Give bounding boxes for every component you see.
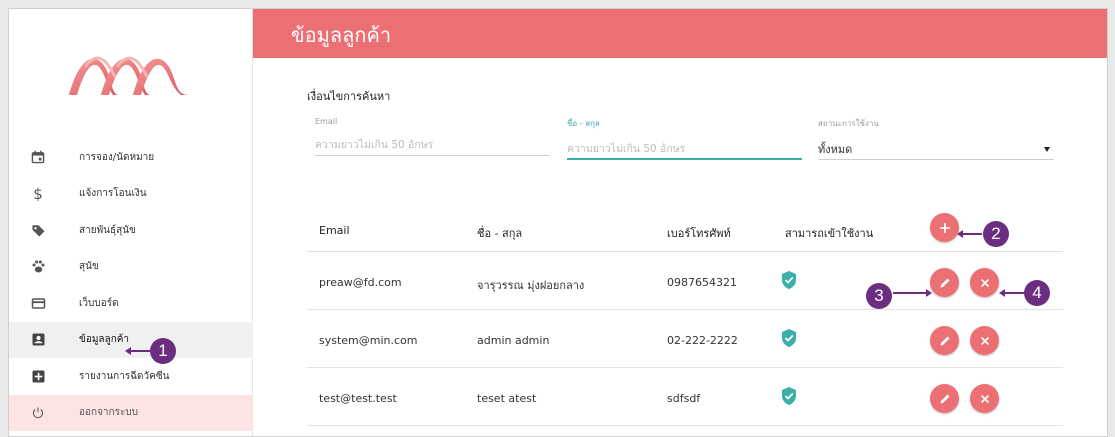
shield-check-icon: [782, 271, 796, 289]
plus-box-icon: [28, 366, 48, 386]
callout-arrow: [957, 230, 982, 238]
column-header-access: สามารถเข้าใช้งาน: [785, 227, 874, 240]
column-header-phone: เบอร์โทรศัพท์: [667, 227, 731, 240]
shield-check-icon: [782, 387, 796, 405]
sidebar-item-breeds[interactable]: สายพันธุ์สุนัข: [9, 212, 253, 249]
add-customer-button[interactable]: [930, 213, 959, 242]
account-box-icon: [28, 330, 48, 350]
email-field[interactable]: Email ความยาวไม่เกิน 50 อักษร: [315, 117, 550, 156]
sidebar-item-logout[interactable]: ออกจากระบบ: [9, 394, 253, 431]
callout-arrow: [999, 289, 1024, 297]
card-icon: [28, 293, 48, 313]
callout-badge: 2: [983, 221, 1009, 247]
callout-arrow: [893, 289, 932, 297]
delete-button[interactable]: [970, 268, 999, 297]
pencil-icon: [940, 278, 949, 287]
column-header-name: ชื่อ - สกุล: [477, 227, 523, 240]
cell-email: test@test.test: [319, 392, 397, 405]
edit-button[interactable]: [930, 326, 959, 355]
page-title: ข้อมูลลูกค้า: [291, 23, 392, 47]
sidebar-item-vaccine-report[interactable]: รายงานการฉีดวัคซีน: [9, 358, 253, 395]
filter-title: เงื่อนไขการค้นหา: [307, 90, 391, 103]
brand-logo: [69, 56, 189, 95]
tag-icon: [28, 220, 48, 240]
table-row: test@test.test teset atest sdfsdf: [307, 368, 1063, 426]
column-header-email: Email: [319, 224, 350, 237]
email-label: Email: [315, 117, 338, 126]
cell-phone: sdfsdf: [667, 392, 701, 405]
sidebar-item-label: รายงานการฉีดวัคซีน: [79, 370, 170, 382]
customer-table: Email ชื่อ - สกุล เบอร์โทรศัพท์ สามารถเข…: [307, 200, 1063, 426]
table-header: Email ชื่อ - สกุล เบอร์โทรศัพท์ สามารถเข…: [307, 200, 1063, 252]
sidebar-item-label: ออกจากระบบ: [79, 407, 139, 419]
dollar-icon: $: [33, 184, 43, 203]
status-select[interactable]: สถานะการใช้งาน ทั้งหมด: [818, 117, 1054, 160]
cell-phone: 02-222-2222: [667, 334, 738, 347]
sidebar-item-dogs[interactable]: สุนัข: [9, 249, 253, 286]
cell-name: จารุวรรณ มุ่งฝอยกลาง: [477, 279, 585, 292]
sidebar-item-label: การจอง/นัดหมาย: [79, 151, 155, 163]
cell-name: teset atest: [477, 392, 537, 405]
sidebar-menu: การจอง/นัดหมาย $ แจ้งการโอนเงิน สายพันธุ…: [9, 139, 253, 431]
callout-badge: 1: [150, 338, 176, 364]
callout-arrow: [125, 347, 150, 355]
page-header: ข้อมูลลูกค้า: [253, 9, 1107, 58]
table-row: preaw@fd.com จารุวรรณ มุ่งฝอยกลาง 098765…: [307, 252, 1063, 310]
callout-badge: 4: [1024, 280, 1050, 306]
close-icon: [980, 394, 989, 403]
edit-button[interactable]: [930, 384, 959, 413]
status-label: สถานะการใช้งาน: [818, 119, 879, 128]
edit-button[interactable]: [930, 268, 959, 297]
sidebar-item-label: แจ้งการโอนเงิน: [79, 188, 147, 200]
cell-email: system@min.com: [319, 334, 418, 347]
power-icon: [28, 403, 48, 423]
cell-email: preaw@fd.com: [319, 276, 402, 289]
plus-icon: [939, 222, 950, 233]
close-icon: [980, 336, 989, 345]
dropdown-arrow-icon[interactable]: [1044, 147, 1050, 152]
status-value[interactable]: ทั้งหมด: [818, 140, 1054, 160]
sidebar-item-webboard[interactable]: เว็บบอร์ด: [9, 285, 253, 322]
name-input[interactable]: ความยาวไม่เกิน 50 อักษร: [567, 140, 802, 160]
paw-icon: [28, 257, 48, 277]
sidebar-item-label: สุนัข: [79, 261, 99, 273]
sidebar-item-payment[interactable]: $ แจ้งการโอนเงิน: [9, 176, 253, 213]
name-label: ชื่อ - สกุล: [567, 119, 600, 128]
sidebar-item-label: ข้อมูลลูกค้า: [79, 334, 130, 346]
pencil-icon: [940, 394, 949, 403]
cell-name: admin admin: [477, 334, 550, 347]
shield-check-icon: [782, 329, 796, 347]
sidebar: การจอง/นัดหมาย $ แจ้งการโอนเงิน สายพันธุ…: [9, 9, 253, 436]
delete-button[interactable]: [970, 384, 999, 413]
table-row: system@min.com admin admin 02-222-2222: [307, 310, 1063, 368]
name-field[interactable]: ชื่อ - สกุล ความยาวไม่เกิน 50 อักษร: [567, 117, 802, 160]
close-icon: [980, 278, 989, 287]
callout-badge: 3: [866, 283, 892, 309]
sidebar-item-label: เว็บบอร์ด: [79, 297, 119, 309]
sidebar-item-customers[interactable]: ข้อมูลลูกค้า: [9, 321, 253, 358]
cell-phone: 0987654321: [667, 276, 737, 289]
email-input[interactable]: ความยาวไม่เกิน 50 อักษร: [315, 136, 550, 156]
pencil-icon: [940, 336, 949, 345]
calendar-icon: [28, 147, 48, 167]
sidebar-item-label: สายพันธุ์สุนัข: [79, 224, 136, 236]
delete-button[interactable]: [970, 326, 999, 355]
sidebar-item-booking[interactable]: การจอง/นัดหมาย: [9, 139, 253, 176]
